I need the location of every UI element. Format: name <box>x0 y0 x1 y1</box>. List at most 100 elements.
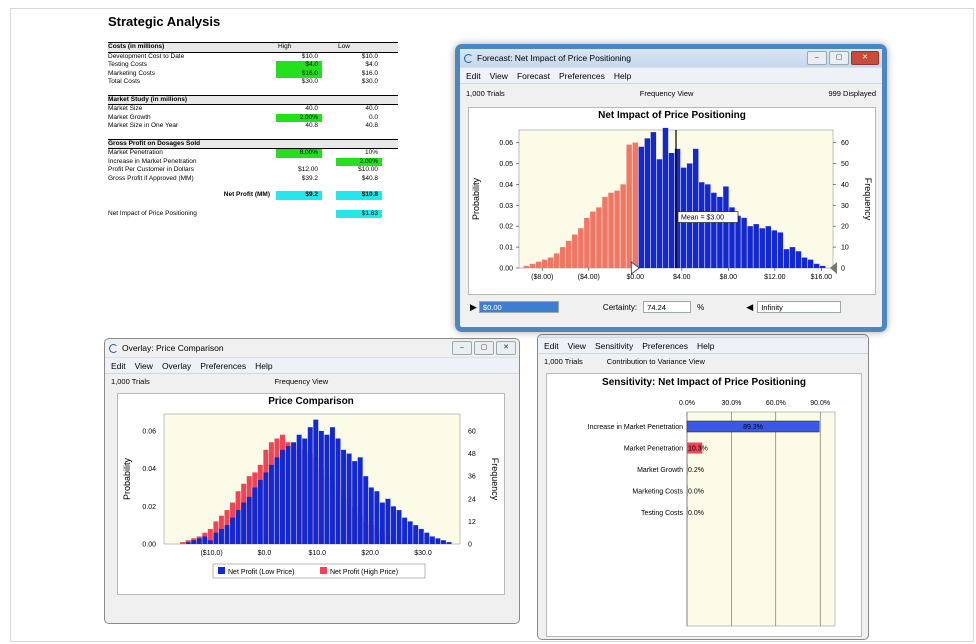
lower-grabber-icon[interactable]: ▶ <box>470 302 477 313</box>
gross-row-high[interactable] <box>276 158 322 167</box>
spreadsheet: Strategic Analysis Costs (in millions) H… <box>108 14 398 218</box>
bar-value-label: 10.3% <box>688 446 708 453</box>
minimize-button[interactable]: – <box>452 341 472 355</box>
menu-edit[interactable]: Edit <box>111 361 126 371</box>
x-tick-label: ($10.0) <box>200 550 222 557</box>
histogram-bar <box>418 528 424 544</box>
y2-tick-label: 40 <box>841 182 849 189</box>
menu-sensitivity[interactable]: Sensitivity <box>595 341 633 351</box>
y-tick-label: 0.02 <box>499 224 513 231</box>
menu-edit[interactable]: Edit <box>544 341 559 351</box>
histogram-bar <box>747 226 753 268</box>
menu-preferences[interactable]: Preferences <box>200 361 246 371</box>
forecast-titlebar[interactable]: Forecast: Net Impact of Price Positionin… <box>460 49 882 67</box>
y2-tick-label: 30 <box>841 203 849 210</box>
histogram-bar <box>717 196 723 268</box>
market-row-high[interactable]: 2.00% <box>276 113 322 122</box>
net-profit-row: Net Profit (MM) $9.2 $10.8 <box>108 191 398 200</box>
forecast-info-bar: 1,000 Trials Frequency View 999 Displaye… <box>460 84 882 102</box>
histogram-bar <box>335 438 341 544</box>
overlay-view-label: Frequency View <box>274 376 329 386</box>
x-tick-label: $12.00 <box>764 274 786 281</box>
histogram-bar <box>807 259 814 268</box>
menu-preferences[interactable]: Preferences <box>642 341 688 351</box>
costs-row-high[interactable]: $16.0 <box>276 69 322 78</box>
histogram-bar <box>396 510 402 544</box>
overlay-titlebar[interactable]: Overlay: Price Comparison – ▢ ✕ <box>105 339 519 357</box>
histogram-bar <box>608 192 614 268</box>
menu-help[interactable]: Help <box>697 341 714 351</box>
lower-bound-input[interactable]: $0.00 <box>478 301 559 313</box>
market-row-low[interactable]: 0.0 <box>336 114 382 123</box>
histogram-bar <box>407 521 413 544</box>
low-column-header: Low <box>338 43 350 50</box>
gross-row-high[interactable]: $39.2 <box>276 175 322 184</box>
gross-row-high[interactable]: 8.00% <box>276 149 322 158</box>
close-button[interactable]: ✕ <box>496 341 516 355</box>
menu-preferences[interactable]: Preferences <box>559 71 605 81</box>
costs-row-low[interactable]: $10.0 <box>336 53 382 62</box>
gross-row-low[interactable]: $10.00 <box>336 166 382 175</box>
menu-edit[interactable]: Edit <box>466 71 481 81</box>
costs-section: Costs (in millions) High Low Development… <box>108 42 398 87</box>
histogram-bar <box>638 146 644 268</box>
costs-row-low[interactable]: $30.0 <box>336 78 382 87</box>
histogram-bar <box>363 476 369 544</box>
overlay-window: Overlay: Price Comparison – ▢ ✕ Edit Vie… <box>104 338 520 624</box>
histogram-bar <box>402 517 408 544</box>
costs-row-high[interactable]: $30.0 <box>276 78 322 87</box>
histogram-bar <box>547 257 554 268</box>
market-row-low[interactable]: 40.8 <box>336 122 382 131</box>
close-button[interactable]: ✕ <box>851 51 879 65</box>
gross-header-row: Gross Profit on Dosages Sold <box>108 138 398 149</box>
histogram-bar <box>424 532 430 544</box>
certainty-input[interactable]: 74.24 <box>643 301 692 313</box>
y-tick-label: 0.04 <box>499 182 513 189</box>
overlay-trials: 1,000 Trials <box>111 376 150 386</box>
market-row-high[interactable]: 40.8 <box>276 122 322 131</box>
histogram-bar <box>535 261 542 268</box>
menu-view[interactable]: View <box>135 361 153 371</box>
sensitivity-chart: 0.0% 30.0% 60.0% 90.0% Increase in Market Pe… <box>588 400 836 627</box>
costs-row-low[interactable]: $4.0 <box>336 61 382 70</box>
upper-grabber-icon[interactable]: ◀ <box>746 302 753 313</box>
costs-row-label: Testing Costs <box>108 61 148 68</box>
maximize-button[interactable]: ▢ <box>474 341 494 355</box>
histogram-bar <box>291 442 297 544</box>
menu-view[interactable]: View <box>490 71 508 81</box>
histogram-bar <box>705 184 711 268</box>
gross-row-low[interactable]: $40.8 <box>336 175 382 184</box>
menu-overlay[interactable]: Overlay <box>162 361 191 371</box>
histogram-bar <box>614 190 620 268</box>
maximize-button[interactable]: ▢ <box>829 51 849 65</box>
impact-value[interactable]: $1.63 <box>336 209 382 218</box>
menu-help[interactable]: Help <box>614 71 631 81</box>
gross-row-low[interactable]: 10% <box>336 149 382 158</box>
costs-row-high[interactable]: $4.0 <box>276 61 322 70</box>
y2-tick-label: 20 <box>841 224 849 231</box>
bar-value-label: 0.0% <box>688 510 704 517</box>
net-profit-high[interactable]: $9.2 <box>276 191 322 200</box>
costs-row-low[interactable]: $16.0 <box>336 70 382 79</box>
upper-bound-input[interactable]: Infinity <box>757 301 842 313</box>
histogram-bar <box>777 232 784 268</box>
gross-row-label: Market Penetration <box>108 149 163 156</box>
menu-view[interactable]: View <box>568 341 586 351</box>
net-profit-low[interactable]: $10.8 <box>336 191 382 200</box>
sensitivity-info-bar: 1,000 Trials Contribution to Variance Vi… <box>538 354 868 368</box>
minimize-button[interactable]: – <box>807 51 827 65</box>
menu-forecast[interactable]: Forecast <box>517 71 550 81</box>
forecast-trials: 1,000 Trials <box>466 88 505 98</box>
menu-help[interactable]: Help <box>255 361 272 371</box>
costs-row-high[interactable]: $10.0 <box>276 53 322 62</box>
market-row-low[interactable]: 40.0 <box>336 105 382 114</box>
y-axis-label: Probability <box>471 177 481 220</box>
gross-row-high[interactable]: $12.00 <box>276 166 322 175</box>
histogram-bar <box>324 434 330 544</box>
histogram-bar <box>753 224 759 268</box>
forecast-view-label: Frequency View <box>639 88 694 98</box>
market-row-high[interactable]: 40.0 <box>276 105 322 114</box>
gross-row-low[interactable]: 2.00% <box>336 157 382 166</box>
histogram-bar <box>765 226 771 268</box>
histogram-bar <box>413 525 419 544</box>
